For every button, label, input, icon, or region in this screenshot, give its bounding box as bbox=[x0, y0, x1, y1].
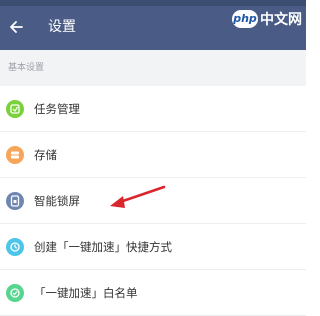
annotation-arrow-icon bbox=[110, 185, 166, 208]
